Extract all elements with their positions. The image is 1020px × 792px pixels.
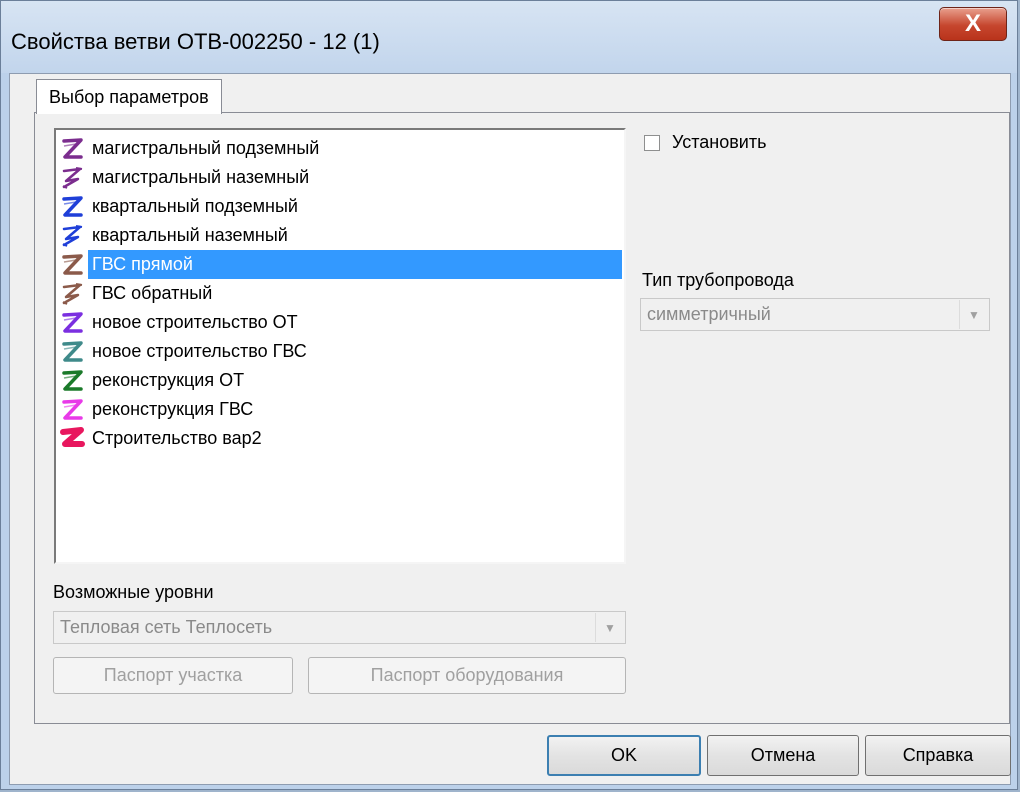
list-item[interactable]: Строительство вар2 (58, 424, 622, 453)
list-item[interactable]: новое строительство ГВС (58, 337, 622, 366)
install-checkbox-group[interactable]: Установить (644, 132, 766, 153)
list-item[interactable]: квартальный подземный (58, 192, 622, 221)
network-type-list[interactable]: магистральный подземный магистральный наз… (54, 128, 626, 564)
tab-parameters[interactable]: Выбор параметров (36, 79, 222, 114)
pipe-type-value: симметричный (647, 304, 771, 324)
close-icon: X (964, 10, 981, 37)
help-button[interactable]: Справка (865, 735, 1011, 776)
cancel-button[interactable]: Отмена (707, 735, 859, 776)
ok-button[interactable]: OK (547, 735, 701, 776)
list-item-label: магистральный наземный (92, 167, 310, 187)
list-item-label: реконструкция ГВС (92, 399, 254, 419)
list-item-label: реконструкция ОТ (92, 370, 245, 390)
title-bar[interactable]: Свойства ветви ОТВ-002250 - 12 (1) X (1, 1, 1017, 73)
list-item-label: новое строительство ГВС (92, 341, 307, 361)
list-item[interactable]: ГВС прямой (58, 250, 622, 279)
pipe-overground-icon (58, 281, 88, 307)
list-item[interactable]: новое строительство ОТ (58, 308, 622, 337)
levels-value: Тепловая сеть Теплосеть (60, 617, 273, 637)
pipe-type-label: Тип трубопровода (642, 270, 794, 290)
passport-equipment-button[interactable]: Паспорт оборудования (308, 657, 626, 694)
passport-section-button[interactable]: Паспорт участка (53, 657, 293, 694)
list-item[interactable]: магистральный подземный (58, 134, 622, 163)
pipe-underground-icon (58, 368, 88, 394)
pipe-thick-icon (58, 426, 88, 452)
list-item[interactable]: магистральный наземный (58, 163, 622, 192)
list-item-label: ГВС прямой (88, 250, 622, 279)
chevron-down-icon[interactable]: ▼ (595, 613, 624, 642)
levels-label: Возможные уровни (53, 582, 214, 602)
pipe-overground-icon (58, 223, 88, 249)
list-item[interactable]: реконструкция ОТ (58, 366, 622, 395)
pipe-underground-icon (58, 194, 88, 220)
list-item-label: магистральный подземный (92, 138, 320, 158)
pipe-underground-icon (58, 339, 88, 365)
chevron-down-icon[interactable]: ▼ (959, 300, 988, 329)
pipe-overground-icon (58, 165, 88, 191)
list-item[interactable]: ГВС обратный (58, 279, 622, 308)
close-button[interactable]: X (939, 7, 1007, 41)
dialog-window: Свойства ветви ОТВ-002250 - 12 (1) X Выб… (0, 0, 1018, 790)
list-item[interactable]: квартальный наземный (58, 221, 622, 250)
list-item-label: новое строительство ОТ (92, 312, 298, 332)
install-checkbox[interactable] (644, 134, 660, 151)
pipe-underground-icon (58, 136, 88, 162)
list-item-label: ГВС обратный (92, 283, 213, 303)
list-item[interactable]: реконструкция ГВС (58, 395, 622, 424)
dialog-client-area: Выбор параметров магистральный подземный… (9, 73, 1011, 785)
window-title: Свойства ветви ОТВ-002250 - 12 (1) (11, 29, 380, 54)
pipe-underground-icon (58, 310, 88, 336)
pipe-underground-icon (58, 397, 88, 423)
install-checkbox-label: Установить (672, 132, 767, 152)
pipe-underground-icon (58, 252, 88, 278)
list-item-label: Строительство вар2 (92, 428, 262, 448)
levels-select[interactable]: Тепловая сеть Теплосеть ▼ (53, 611, 626, 644)
pipe-type-select[interactable]: симметричный ▼ (640, 298, 990, 331)
list-item-label: квартальный наземный (92, 225, 288, 245)
list-item-label: квартальный подземный (92, 196, 298, 216)
